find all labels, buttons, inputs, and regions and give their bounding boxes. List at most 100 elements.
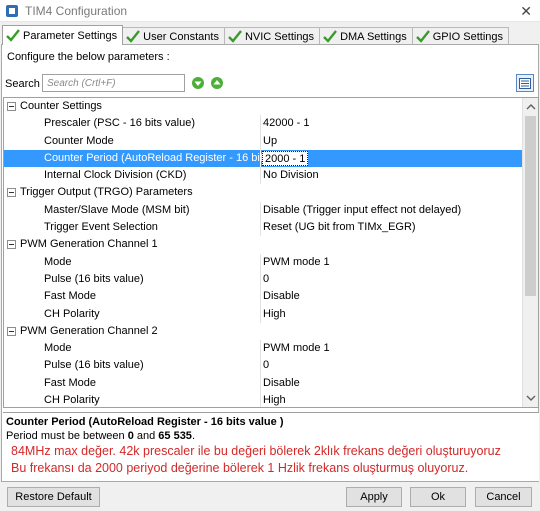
tab-parameter-settings[interactable]: Parameter Settings xyxy=(2,25,124,45)
param-row[interactable]: Fast Mode Disable xyxy=(4,288,522,306)
column-divider xyxy=(260,132,261,150)
param-value[interactable]: PWM mode 1 xyxy=(263,254,330,271)
group-counter-settings[interactable]: Counter Settings xyxy=(4,98,522,116)
param-name: Prescaler (PSC - 16 bits value) xyxy=(44,117,195,130)
search-input[interactable] xyxy=(42,74,185,92)
property-grid: Counter Settings Prescaler (PSC - 16 bit… xyxy=(3,97,539,408)
description-title: Counter Period (AutoReload Register - 16… xyxy=(6,416,284,428)
tab-gpio-settings[interactable]: GPIO Settings xyxy=(411,27,510,45)
description-panel: Counter Period (AutoReload Register - 16… xyxy=(3,412,539,481)
tab-label: NVIC Settings xyxy=(244,30,315,43)
param-value[interactable]: Up xyxy=(263,133,277,150)
scroll-up-icon[interactable] xyxy=(526,102,536,112)
param-row[interactable]: Mode PWM mode 1 xyxy=(4,340,522,358)
param-row[interactable]: Counter Mode Up xyxy=(4,132,522,150)
column-divider xyxy=(260,270,261,289)
collapse-icon[interactable] xyxy=(7,326,16,336)
annotation-line-2: Bu frekansı da 2000 periyod değerine böl… xyxy=(11,461,469,475)
param-value[interactable]: High xyxy=(263,306,286,323)
param-value-editor[interactable]: 2000 - 1 xyxy=(262,150,309,166)
group-pwm-channel-2[interactable]: PWM Generation Channel 2 xyxy=(4,322,522,341)
close-icon[interactable]: ✕ xyxy=(520,3,532,20)
param-name: Mode xyxy=(44,342,72,355)
param-value[interactable]: 42000 - 1 xyxy=(263,115,309,132)
column-divider xyxy=(260,340,261,358)
tab-user-constants[interactable]: User Constants xyxy=(122,27,225,45)
column-divider xyxy=(260,253,261,271)
param-row[interactable]: Pulse (16 bits value) 0 xyxy=(4,357,522,375)
param-row[interactable]: Mode PWM mode 1 xyxy=(4,253,522,271)
param-value[interactable]: High xyxy=(263,392,286,407)
search-down-icon[interactable] xyxy=(191,76,205,90)
param-name: Fast Mode xyxy=(44,376,96,389)
param-row[interactable]: Trigger Event Selection Reset (UG bit fr… xyxy=(4,219,522,237)
column-divider xyxy=(260,219,261,237)
search-up-icon[interactable] xyxy=(210,76,224,90)
param-name: Master/Slave Mode (MSM bit) xyxy=(44,203,190,216)
group-label: PWM Generation Channel 2 xyxy=(20,324,158,337)
column-divider xyxy=(260,115,261,133)
tab-bar: Parameter Settings User Constants NVIC S… xyxy=(2,25,510,45)
tab-dma-settings[interactable]: DMA Settings xyxy=(319,27,413,45)
param-row[interactable]: Master/Slave Mode (MSM bit) Disable (Tri… xyxy=(4,201,522,220)
scroll-down-icon[interactable] xyxy=(526,393,536,403)
param-value[interactable]: PWM mode 1 xyxy=(263,340,330,357)
check-icon xyxy=(6,29,20,42)
column-divider xyxy=(260,374,261,393)
param-value[interactable]: 0 xyxy=(263,271,269,288)
list-view-icon xyxy=(519,77,531,89)
param-name: Pulse (16 bits value) xyxy=(44,272,144,285)
restore-default-button[interactable]: Restore Default xyxy=(7,487,100,507)
param-value[interactable]: 0 xyxy=(263,357,269,374)
param-row-selected[interactable]: Counter Period (AutoReload Register - 16… xyxy=(4,149,522,168)
tab-label: Parameter Settings xyxy=(23,29,118,42)
column-divider xyxy=(260,392,261,407)
range-prefix: Period must be between xyxy=(6,430,128,442)
param-name: Counter Mode xyxy=(44,134,114,147)
param-value[interactable]: Reset (UG bit from TIMx_EGR) xyxy=(263,219,416,236)
column-divider xyxy=(260,149,261,168)
tab-label: DMA Settings xyxy=(340,30,407,43)
window-title: TIM4 Configuration xyxy=(25,3,128,18)
cancel-button[interactable]: Cancel xyxy=(475,487,532,507)
param-row[interactable]: Prescaler (PSC - 16 bits value) 42000 - … xyxy=(4,115,522,133)
param-value[interactable]: Disable xyxy=(263,375,300,392)
column-divider xyxy=(260,167,261,185)
apply-button[interactable]: Apply xyxy=(346,487,402,507)
param-name: CH Polarity xyxy=(44,394,100,407)
app-icon xyxy=(6,4,18,17)
param-row[interactable]: Internal Clock Division (CKD) No Divisio… xyxy=(4,167,522,185)
param-row[interactable]: Pulse (16 bits value) 0 xyxy=(4,270,522,289)
tab-nvic-settings[interactable]: NVIC Settings xyxy=(223,27,321,45)
collapse-icon[interactable] xyxy=(7,240,16,250)
group-pwm-channel-1[interactable]: PWM Generation Channel 1 xyxy=(4,236,522,254)
group-trigger-output[interactable]: Trigger Output (TRGO) Parameters xyxy=(4,184,522,202)
show-description-button[interactable] xyxy=(516,74,534,92)
tab-label: GPIO Settings xyxy=(432,30,504,43)
column-divider xyxy=(260,305,261,323)
column-divider xyxy=(260,357,261,375)
range-and: and xyxy=(133,430,159,442)
ok-button[interactable]: Ok xyxy=(410,487,466,507)
param-name: Counter Period (AutoReload Register - 16… xyxy=(44,151,295,164)
param-name: Pulse (16 bits value) xyxy=(44,359,144,372)
param-row[interactable]: CH Polarity High xyxy=(4,392,522,407)
group-label: Counter Settings xyxy=(20,100,102,112)
vertical-scrollbar[interactable] xyxy=(522,98,538,407)
param-name: Internal Clock Division (CKD) xyxy=(44,169,187,182)
param-value[interactable]: Disable (Trigger input effect not delaye… xyxy=(263,202,461,219)
title-bar: TIM4 Configuration ✕ xyxy=(0,0,540,22)
group-label: Trigger Output (TRGO) Parameters xyxy=(20,186,193,199)
collapse-icon[interactable] xyxy=(7,102,16,111)
param-row[interactable]: CH Polarity High xyxy=(4,305,522,323)
param-value[interactable]: No Division xyxy=(263,167,319,184)
parameter-panel: Configure the below parameters : Search … xyxy=(1,44,539,482)
collapse-icon[interactable] xyxy=(7,188,16,198)
param-value[interactable]: Disable xyxy=(263,288,300,305)
scrollbar-thumb[interactable] xyxy=(525,116,536,296)
check-icon xyxy=(415,30,430,43)
param-row[interactable]: Fast Mode Disable xyxy=(4,374,522,393)
annotation-line-1: 84MHz max değer. 42k prescaler ile bu de… xyxy=(11,444,501,458)
configure-label: Configure the below parameters : xyxy=(7,51,170,63)
check-icon xyxy=(323,30,337,43)
